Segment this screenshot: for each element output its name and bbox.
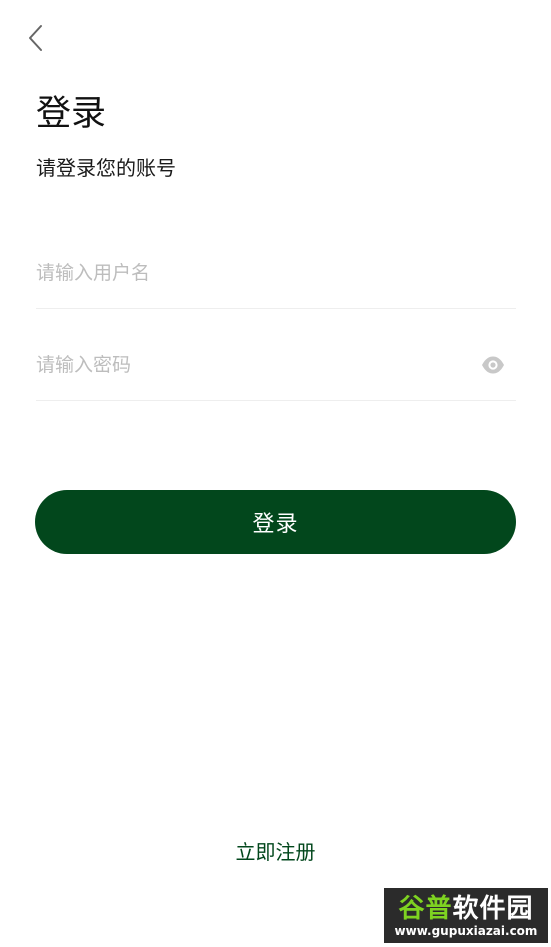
- watermark: 谷普软件园 www.gupuxiazai.com: [384, 888, 548, 943]
- watermark-url: www.gupuxiazai.com: [394, 923, 538, 938]
- back-button[interactable]: [18, 20, 54, 56]
- password-field: [36, 330, 516, 401]
- login-button[interactable]: 登录: [35, 490, 516, 554]
- page-subtitle: 请登录您的账号: [36, 156, 176, 180]
- password-visibility-toggle[interactable]: [480, 352, 506, 378]
- watermark-brand: 谷普软件园: [398, 894, 533, 924]
- chevron-left-icon: [29, 25, 42, 51]
- username-field: [36, 238, 516, 309]
- username-input[interactable]: [36, 238, 456, 308]
- password-input[interactable]: [36, 330, 456, 400]
- page-title: 登录: [36, 94, 107, 134]
- register-link[interactable]: 立即注册: [236, 840, 316, 864]
- watermark-brand-part1: 谷普: [398, 893, 453, 924]
- eye-icon: [482, 356, 504, 374]
- watermark-brand-part2: 软件园: [452, 893, 534, 924]
- register-link-container: 立即注册: [0, 838, 551, 866]
